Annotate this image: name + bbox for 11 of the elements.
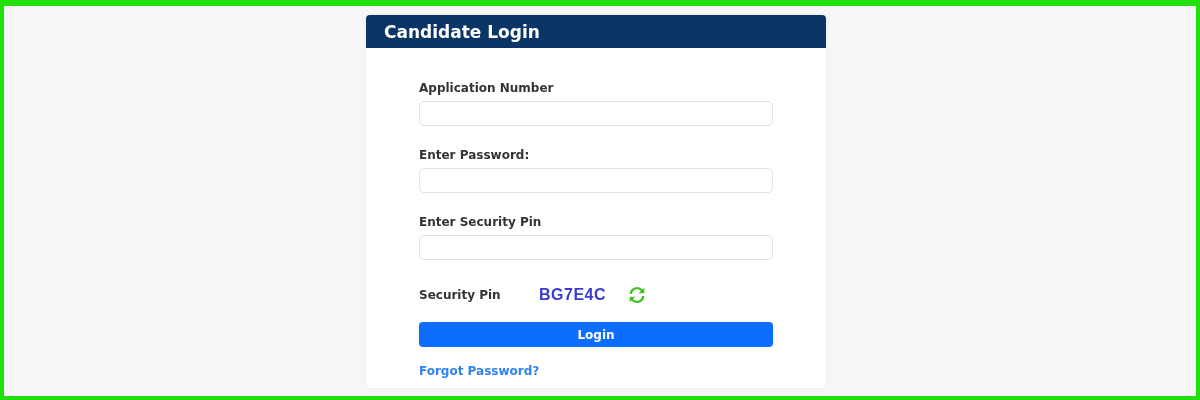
card-title: Candidate Login (384, 21, 540, 42)
login-button[interactable]: Login (419, 322, 773, 347)
field-label: Enter Password: (419, 148, 530, 162)
input-field[interactable] (419, 101, 773, 126)
field-label: Enter Security Pin (419, 215, 542, 229)
input-field[interactable] (419, 168, 773, 193)
input-field[interactable] (419, 235, 773, 260)
field-label: Application Number (419, 81, 554, 95)
forgot-password-link[interactable]: Forgot Password? (419, 364, 540, 378)
captcha-code: BG7E4C (539, 286, 607, 304)
captcha-label: Security Pin (419, 288, 502, 302)
